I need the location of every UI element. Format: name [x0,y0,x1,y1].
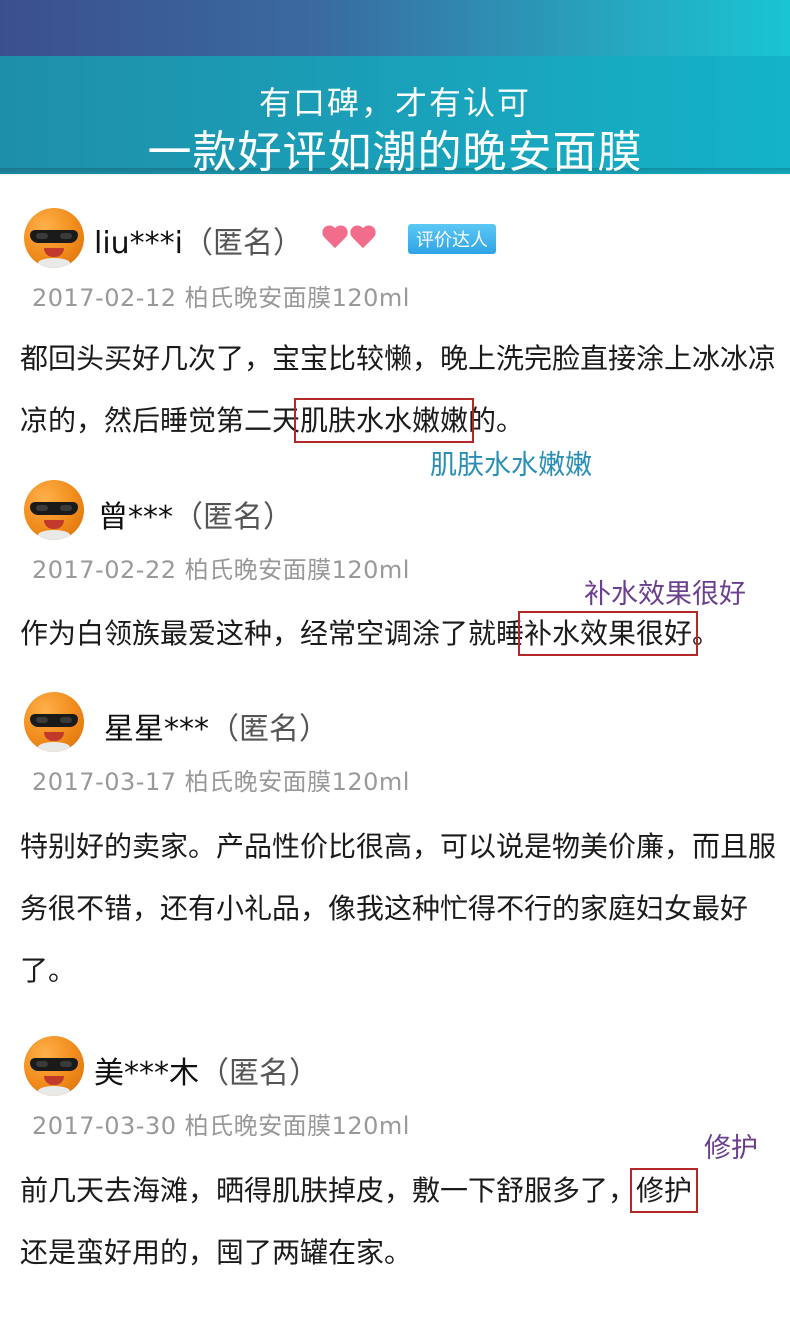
anonymous-label: （匿名） [199,1056,319,1091]
review-content: 都回头买好几次了，宝宝比较懒，晚上洗完脸直接涂上冰冰凉凉的，然后睡觉第二天肌肤水… [20,328,780,452]
review-meta: 2017-03-30 柏氏晚安面膜120ml [32,1106,410,1141]
review-product: 柏氏晚安面膜120ml [184,768,410,796]
anonymous-label: （匿名） [209,712,329,747]
review-date: 2017-02-12 [32,284,177,312]
review-content: 前几天去海滩，晒得肌肤掉皮，敷一下舒服多了，修护还是蛮好用的，囤了两罐在家。 [20,1160,780,1284]
sunglasses-icon [30,1058,78,1071]
heart-icon [322,224,348,248]
content-text: 前几天去海滩，晒得肌肤掉皮，敷一下舒服多了， [20,1174,637,1207]
review-meta: 2017-02-12 柏氏晚安面膜120ml [32,278,410,313]
content-text: 作为白领族最爱这种，经常空调涂了就睡 [20,617,525,650]
review-date: 2017-02-22 [32,556,177,584]
avatar [24,692,84,752]
mouth-shape [44,248,64,257]
highlight-box: 修护 [630,1168,699,1213]
avatar [24,208,84,268]
username-text: 曾*** [98,500,173,535]
content-text-end: 还是蛮好用的，囤了两罐在家。 [20,1236,413,1269]
content-text-end: 的。 [468,404,525,437]
highlight-box: 补水效果很好 [518,611,699,656]
review-meta: 2017-03-17 柏氏晚安面膜120ml [32,762,410,797]
mouth-shape [44,732,64,741]
reviewer-badge: 评价达人 [408,224,496,254]
username-text: 美***木 [94,1056,199,1091]
review-date: 2017-03-17 [32,768,177,796]
review-meta: 2017-02-22 柏氏晚安面膜120ml [32,550,410,585]
review-content: 作为白领族最爱这种，经常空调涂了就睡补水效果很好。 [20,603,790,665]
heart-icon [350,224,376,248]
sunglasses-icon [30,230,78,243]
highlight-box: 肌肤水水嫩嫩 [294,398,475,443]
review-username: 美***木（匿名） [94,1048,319,1092]
sunglasses-icon [30,714,78,727]
mouth-shape [44,520,64,529]
review-username: 星星***（匿名） [104,704,329,748]
username-text: 星星*** [104,712,209,747]
chin-shape [38,742,70,752]
sunglasses-icon [30,502,78,515]
chin-shape [38,1086,70,1096]
mouth-shape [44,1076,64,1085]
review-product: 柏氏晚安面膜120ml [184,1112,410,1140]
avatar [24,480,84,540]
heart-rating-icons [322,224,376,248]
banner-title-line2: 一款好评如潮的晚安面膜 [147,127,643,178]
chin-shape [38,530,70,540]
header-gradient-top [0,0,790,56]
review-product: 柏氏晚安面膜120ml [184,284,410,312]
anonymous-label: （匿名） [173,500,293,535]
anonymous-label: （匿名） [183,226,304,261]
review-product: 柏氏晚安面膜120ml [184,556,410,584]
chin-shape [38,258,70,268]
content-text-end: 。 [692,617,721,650]
review-username: liu***i（匿名） [94,218,303,262]
review-date: 2017-03-30 [32,1112,177,1140]
username-text: liu***i [94,226,184,261]
annotation-note: 肌肤水水嫩嫩 [430,450,592,481]
review-username: 曾***（匿名） [98,492,293,536]
review-content: 特别好的卖家。产品性价比很高，可以说是物美价廉，而且服务很不错，还有小礼品，像我… [20,830,777,987]
avatar [24,1036,84,1096]
